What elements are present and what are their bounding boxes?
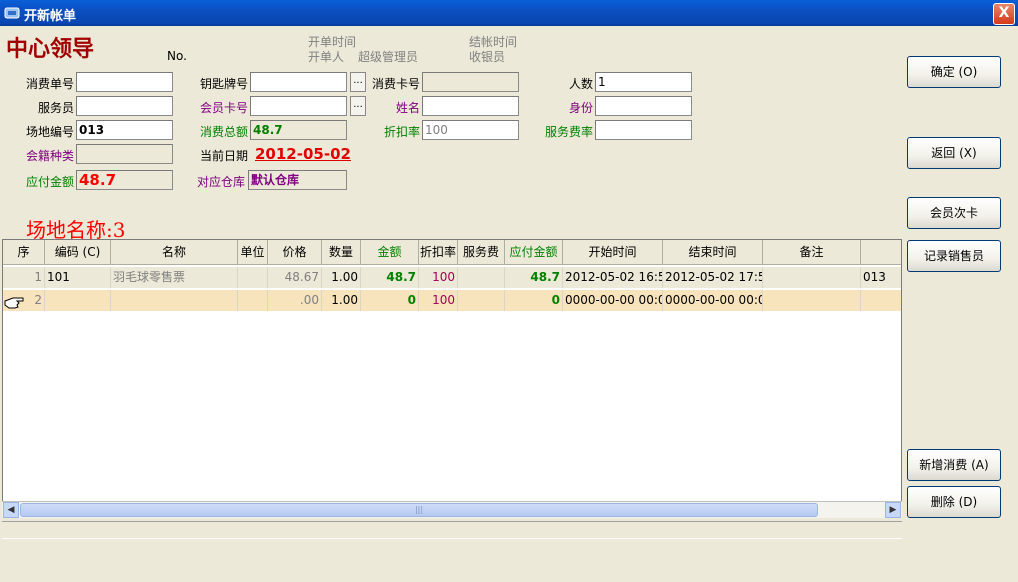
warehouse-label: 对应仓库	[196, 175, 245, 189]
row-code[interactable]: 101	[45, 267, 111, 288]
bill-no-label: 消费单号	[25, 77, 74, 91]
current-date: 2012-05-02	[255, 145, 351, 163]
total-label: 消费总额	[199, 125, 248, 139]
card-no-field[interactable]	[422, 72, 519, 92]
row-name[interactable]: 羽毛球零售票	[111, 267, 238, 288]
col-header-unit[interactable]: 单位	[238, 240, 268, 265]
row-qty[interactable]: 1.00	[322, 267, 361, 288]
member-type-label: 会籍种类	[25, 149, 74, 163]
col-header-seq[interactable]: 序	[3, 240, 45, 265]
warehouse-field[interactable]: 默认仓库	[248, 170, 347, 190]
row-service[interactable]	[458, 267, 505, 288]
app-icon	[4, 7, 20, 19]
row-unit[interactable]	[238, 267, 268, 288]
table-row[interactable]: 1 101 羽毛球零售票 48.67 1.00 48.7 100 48.7 20…	[3, 267, 901, 288]
name-field[interactable]	[422, 96, 519, 116]
key-no-label: 钥匙牌号	[199, 77, 248, 91]
opener-value: 超级管理员	[358, 50, 419, 64]
row-name[interactable]	[111, 290, 238, 311]
service-rate-label: 服务费率	[544, 125, 593, 139]
col-header-end[interactable]: 结束时间	[663, 240, 763, 265]
discount-label: 折扣率	[383, 125, 420, 139]
col-header-qty[interactable]: 数量	[322, 240, 361, 265]
page-title: 中心领导	[6, 36, 95, 62]
scroll-right-arrow-icon[interactable]: ▶	[885, 502, 901, 518]
waiter-label: 服务员	[37, 101, 74, 115]
ok-button[interactable]: 确定 (O)	[907, 56, 1001, 88]
card-no-label: 消费卡号	[371, 77, 420, 91]
row-discount[interactable]: 100	[419, 267, 458, 288]
back-button[interactable]: 返回 (X)	[907, 137, 1001, 169]
col-header-price[interactable]: 价格	[268, 240, 322, 265]
row-note[interactable]	[763, 290, 861, 311]
row-start[interactable]: 2012-05-02 16:56	[563, 267, 663, 288]
cashier-label: 收银员	[469, 50, 506, 64]
row-note[interactable]	[763, 267, 861, 288]
date-label: 当前日期	[199, 149, 248, 163]
member-type-field[interactable]	[76, 144, 173, 164]
row-payable: 48.7	[505, 267, 563, 288]
bill-no-label: No.	[167, 49, 187, 63]
row-end[interactable]: 2012-05-02 17:56	[663, 267, 763, 288]
window-title: 开新帐单	[24, 9, 77, 24]
record-seller-button[interactable]: 记录销售员	[907, 240, 1001, 272]
venue-no-field[interactable]: 013	[76, 120, 173, 140]
payable-field: 48.7	[76, 170, 173, 190]
row-seq: 1	[3, 267, 45, 288]
total-field: 48.7	[250, 120, 347, 140]
col-header-name[interactable]: 名称	[111, 240, 238, 265]
col-header-payable[interactable]: 应付金额	[505, 240, 563, 265]
key-no-field[interactable]	[250, 72, 347, 92]
scroll-left-arrow-icon[interactable]: ◀	[3, 502, 19, 518]
row-end[interactable]: 0000-00-00 00:00	[663, 290, 763, 311]
col-header-note[interactable]: 备注	[763, 240, 861, 265]
table-horizontal-scrollbar[interactable]: ◀ ||| ▶	[2, 501, 902, 518]
row-qty[interactable]: 1.00	[322, 290, 361, 311]
close-button[interactable]: X	[993, 3, 1015, 25]
row-seq: 2	[3, 290, 45, 311]
venue-no-label: 场地编号	[25, 125, 74, 139]
row-amount: 0	[361, 290, 419, 311]
row-extra	[861, 290, 901, 311]
window-titlebar: 开新帐单 X	[0, 0, 1018, 26]
member-times-card-button[interactable]: 会员次卡	[907, 197, 1001, 229]
row-code[interactable]	[45, 290, 111, 311]
row-unit[interactable]	[238, 290, 268, 311]
col-header-start[interactable]: 开始时间	[563, 240, 663, 265]
identity-label: 身份	[568, 101, 593, 115]
col-header-amount[interactable]: 金额	[361, 240, 419, 265]
delete-button[interactable]: 删除 (D)	[907, 486, 1001, 518]
col-header-service[interactable]: 服务费率	[458, 240, 505, 283]
member-card-label: 会员卡号	[199, 101, 248, 115]
row-start[interactable]: 0000-00-00 00:00	[563, 290, 663, 311]
status-bar	[2, 521, 902, 539]
waiter-field[interactable]	[76, 96, 173, 116]
row-price[interactable]: 48.67	[268, 267, 322, 288]
row-service[interactable]	[458, 290, 505, 311]
row-amount: 48.7	[361, 267, 419, 288]
persons-label: 人数	[568, 77, 593, 91]
payable-label: 应付金额	[25, 175, 74, 189]
row-payable: 0	[505, 290, 563, 311]
discount-field[interactable]: 100	[422, 120, 519, 140]
row-price[interactable]: .00	[268, 290, 322, 311]
table-row-active[interactable]: 2 .00 1.00 0 100 0 0000-00-00 00:00 0000…	[3, 290, 901, 311]
identity-field[interactable]	[595, 96, 692, 116]
col-header-extra[interactable]	[861, 240, 901, 265]
scroll-thumb[interactable]: |||	[20, 503, 818, 517]
col-header-code[interactable]: 编码 (C)	[45, 240, 111, 265]
items-table[interactable]: 序 编码 (C) 名称 单位 价格 数量 金额 折扣率 服务费率 应付金额 开始…	[2, 239, 902, 517]
service-rate-field[interactable]	[595, 120, 692, 140]
opener-label: 开单人	[308, 50, 345, 64]
bill-no-field[interactable]	[76, 72, 173, 92]
member-card-field[interactable]	[250, 96, 347, 116]
name-label: 姓名	[395, 101, 420, 115]
row-extra: 013	[861, 267, 901, 288]
add-consumption-button[interactable]: 新增消费 (A)	[907, 449, 1001, 481]
row-discount[interactable]: 100	[419, 290, 458, 311]
col-header-discount[interactable]: 折扣率	[419, 240, 458, 265]
persons-field[interactable]: 1	[595, 72, 692, 92]
